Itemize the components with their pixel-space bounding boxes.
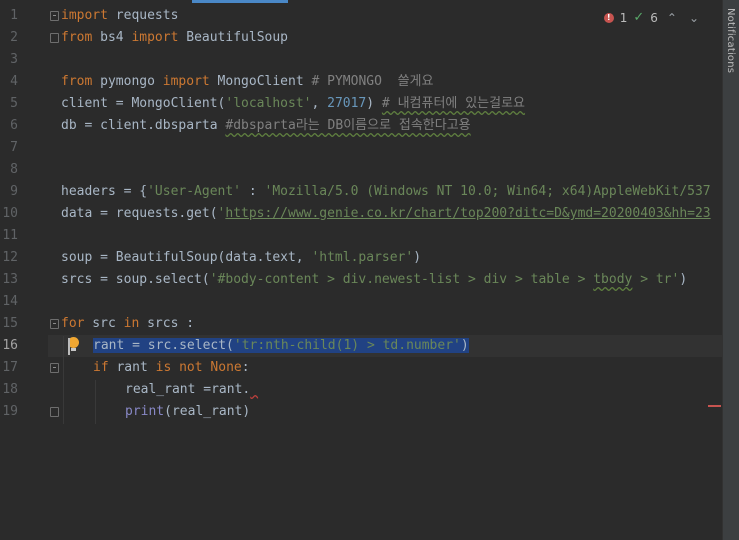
- selected-text[interactable]: rant = src.select('tr:nth-child(1) > td.…: [93, 338, 469, 353]
- code-line-17: if rant is not None:: [93, 360, 250, 375]
- code-line-12: soup = BeautifulSoup(data.text, 'html.pa…: [61, 250, 422, 265]
- code-line-2: from bs4 import BeautifulSoup: [61, 30, 288, 45]
- line-number[interactable]: 4: [0, 71, 18, 93]
- line-number[interactable]: 3: [0, 49, 18, 71]
- line-number[interactable]: 9: [0, 181, 18, 203]
- code-line-9: headers = {'User-Agent' : 'Mozilla/5.0 (…: [61, 184, 711, 199]
- code-line-10: data = requests.get('https://www.genie.c…: [61, 206, 711, 221]
- code-line-15: for src in srcs :: [61, 316, 195, 331]
- code-line-19: print(real_rant): [125, 404, 251, 419]
- text-caret: [68, 338, 70, 355]
- indent-guide: [63, 336, 64, 424]
- warning-count: 6: [650, 10, 658, 25]
- code-line-16: rant = src.select('tr:nth-child(1) > td.…: [93, 335, 469, 357]
- line-number[interactable]: 12: [0, 247, 18, 269]
- line-number[interactable]: 13: [0, 269, 18, 291]
- line-number[interactable]: 17: [0, 357, 18, 379]
- fold-marker-icon[interactable]: [50, 407, 59, 417]
- code-line-6: db = client.dbsparta #dbsparta라는 DB이름으로 …: [61, 118, 471, 133]
- code-editor[interactable]: 1 2 3 4 5 6 7 8 9 10 11 12 13 14 15 16 17 18 19 import req…: [0, 0, 722, 540]
- line-number[interactable]: 14: [0, 291, 18, 313]
- check-icon: ✓: [633, 10, 645, 25]
- error-marker[interactable]: [250, 382, 258, 397]
- chevron-down-icon[interactable]: ⌄: [686, 11, 702, 25]
- chevron-up-icon[interactable]: ⌃: [664, 11, 680, 25]
- error-circle-icon: !: [603, 12, 614, 23]
- inspection-widget[interactable]: ! 1 ✓ 6 ⌃ ⌄: [603, 10, 702, 25]
- line-number[interactable]: 1: [0, 5, 18, 27]
- indent-guide: [95, 380, 96, 424]
- code-line-5: client = MongoClient('localhost', 27017)…: [61, 96, 526, 111]
- code-line-4: from pymongo import MongoClient # PYMONG…: [61, 74, 434, 89]
- line-number[interactable]: 2: [0, 27, 18, 49]
- fold-marker-icon[interactable]: [50, 11, 59, 21]
- line-number[interactable]: 5: [0, 93, 18, 115]
- error-stripe-marker[interactable]: [708, 405, 721, 407]
- code-line-18: real_rant =rant.: [125, 379, 258, 401]
- line-number[interactable]: 6: [0, 115, 18, 137]
- line-number[interactable]: 18: [0, 379, 18, 401]
- right-tool-sidebar: Notifications: [722, 0, 739, 540]
- code-line-13: srcs = soup.select('#body-content > div.…: [61, 272, 688, 287]
- code-line-1: import requests: [61, 8, 179, 23]
- fold-marker-icon[interactable]: [50, 319, 59, 329]
- line-number[interactable]: 10: [0, 203, 18, 225]
- line-number-gutter[interactable]: 1 2 3 4 5 6 7 8 9 10 11 12 13 14 15 16 17 18 19: [0, 0, 48, 540]
- notifications-tab[interactable]: Notifications: [725, 8, 736, 73]
- fold-marker-icon[interactable]: [50, 33, 59, 43]
- line-number[interactable]: 11: [0, 225, 18, 247]
- fold-marker-icon[interactable]: [50, 363, 59, 373]
- line-number[interactable]: 15: [0, 313, 18, 335]
- line-number[interactable]: 8: [0, 159, 18, 181]
- line-number[interactable]: 16: [0, 335, 18, 357]
- error-count: 1: [619, 10, 628, 25]
- line-number[interactable]: 7: [0, 137, 18, 159]
- line-number[interactable]: 19: [0, 401, 18, 423]
- url-link[interactable]: https://www.genie.co.kr/chart/top200?dit…: [225, 206, 710, 221]
- active-tab-indicator: [192, 0, 288, 3]
